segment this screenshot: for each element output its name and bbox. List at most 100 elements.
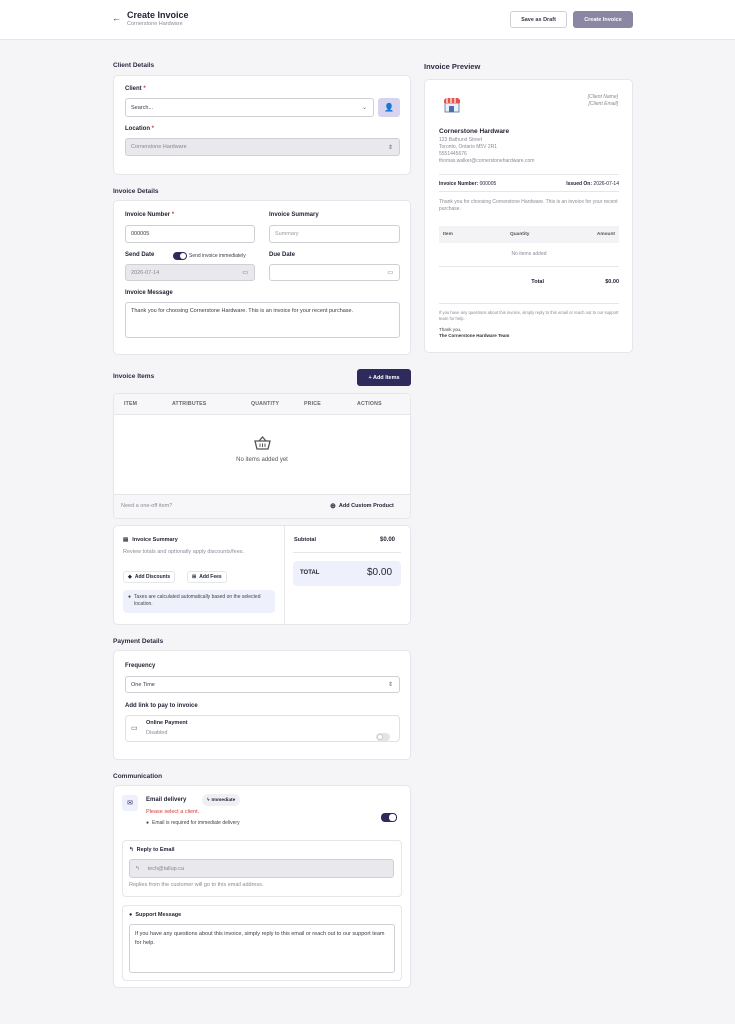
preview-invoice-number: Invoice Number: 000005 bbox=[439, 181, 497, 187]
total-value: $0.00 bbox=[367, 567, 393, 578]
due-date-input[interactable]: ▭ bbox=[269, 264, 400, 281]
frequency-label: Frequency bbox=[125, 663, 156, 669]
client-search-select[interactable]: Search... ⌄ bbox=[125, 98, 374, 117]
preview-no-items: No items added bbox=[511, 251, 547, 257]
preview-address-line1: 123 Bathurst Street bbox=[439, 137, 483, 143]
calendar-icon: ▭ bbox=[387, 270, 393, 276]
online-payment-toggle[interactable] bbox=[376, 733, 390, 741]
summary-description: Review totals and optionally apply disco… bbox=[123, 549, 245, 555]
client-details-heading: Client Details bbox=[113, 62, 155, 69]
sort-icon: ⇕ bbox=[387, 682, 393, 688]
email-delivery-toggle[interactable] bbox=[381, 813, 397, 822]
bolt-icon: ϟ bbox=[207, 797, 210, 803]
preview-company: Cornerstone Hardware bbox=[439, 128, 510, 135]
col-attributes: ATTRIBUTES bbox=[172, 401, 207, 407]
page-subtitle: Cornerstone Hardware bbox=[127, 21, 183, 27]
invoice-summary-label: Invoice Summary bbox=[269, 212, 319, 218]
preview-address: 123 Bathurst Street Toronto, Ontario M5V… bbox=[439, 137, 534, 165]
frequency-select[interactable]: One Time ⇕ bbox=[125, 676, 400, 693]
invoice-number-label: Invoice Number * bbox=[125, 212, 175, 218]
preview-col-amount: Amount bbox=[596, 232, 615, 237]
preview-thanks: Thank you for choosing Cornerstone Hardw… bbox=[439, 199, 618, 212]
subtotal-value: $0.00 bbox=[380, 537, 396, 543]
chat-icon: ● bbox=[129, 912, 133, 918]
preview-col-item: Item bbox=[443, 232, 453, 237]
user-plus-icon: 👤 bbox=[384, 103, 394, 112]
preview-divider-4 bbox=[439, 303, 619, 304]
location-select[interactable]: Cornerstone Hardware ⇕ bbox=[125, 138, 400, 156]
reply-icon: ↰ bbox=[129, 847, 134, 853]
invoice-items-heading: Invoice Items bbox=[113, 373, 155, 380]
invoice-number-input[interactable]: 000005 bbox=[125, 225, 255, 243]
communication-heading: Communication bbox=[113, 773, 163, 780]
preview-total-value: $0.00 bbox=[605, 279, 619, 285]
preview-divider-3 bbox=[439, 266, 619, 267]
sort-icon: ⇕ bbox=[387, 144, 393, 151]
preview-issued-on: Issued On: 2026-07-14 bbox=[566, 181, 619, 187]
client-error-text: Please select a client. bbox=[146, 809, 200, 815]
tag-icon: ◆ bbox=[128, 574, 132, 580]
due-date-label: Due Date bbox=[269, 252, 296, 258]
preview-divider-2 bbox=[439, 191, 619, 192]
custom-item-prompt: Need a one-off item? bbox=[121, 503, 173, 509]
chevron-down-icon: ⌄ bbox=[361, 105, 367, 111]
tax-note: ● Taxes are calculated automatically base… bbox=[123, 590, 275, 613]
support-message-title: ● Support Message bbox=[129, 912, 182, 918]
add-client-button[interactable]: 👤 bbox=[378, 98, 400, 117]
reply-email-title: ↰ Reply to Email bbox=[129, 847, 175, 853]
email-required-note: ● Email is required for immediate deliver… bbox=[146, 820, 240, 826]
total-label: TOTAL bbox=[300, 570, 320, 576]
client-details-card bbox=[113, 75, 411, 175]
send-immediately-toggle[interactable] bbox=[173, 252, 187, 260]
preview-address-line2: Toronto, Ontario M5V 2R1 bbox=[439, 144, 498, 150]
send-date-label: Send Date bbox=[125, 252, 155, 258]
col-price: PRICE bbox=[304, 401, 321, 407]
create-invoice-button[interactable]: Create Invoice bbox=[573, 11, 633, 28]
send-immediately-label: Send invoice immediately bbox=[189, 253, 246, 259]
col-item: ITEM bbox=[124, 401, 138, 407]
preview-sign-2: The Cornerstone Hardware Team bbox=[439, 333, 510, 338]
invoice-details-heading: Invoice Details bbox=[113, 188, 159, 195]
back-arrow-icon[interactable]: ← bbox=[112, 13, 121, 23]
invoice-message-label: Invoice Message bbox=[125, 290, 173, 296]
envelope-icon: ✉ bbox=[122, 795, 138, 811]
info-icon: ● bbox=[146, 820, 150, 826]
preview-phone: 5551445676 bbox=[439, 151, 467, 157]
info-icon: ● bbox=[128, 594, 132, 600]
preview-client-name: [Client Name] bbox=[587, 94, 618, 100]
reply-icon: ↰ bbox=[135, 865, 140, 872]
invoice-message-textarea[interactable]: Thank you for choosing Cornerstone Hardw… bbox=[125, 302, 400, 338]
summary-divider bbox=[284, 526, 285, 624]
basket-icon bbox=[254, 436, 271, 452]
reply-email-input[interactable]: ↰ tech@tallup.ca bbox=[129, 859, 394, 878]
invoice-summary-input[interactable]: Summary bbox=[269, 225, 400, 243]
preview-footer-note: If you have any questions about this inv… bbox=[439, 310, 619, 321]
items-empty-text: No items added yet bbox=[236, 457, 288, 463]
fee-icon: ⊞ bbox=[192, 574, 197, 580]
reply-email-note: Replies from the customer will go to thi… bbox=[129, 882, 264, 888]
online-payment-title: Online Payment bbox=[146, 720, 188, 726]
send-date-input[interactable]: 2026-07-14 ▭ bbox=[125, 264, 255, 281]
document-icon: ▤ bbox=[123, 537, 129, 543]
save-draft-button[interactable]: Save as Draft bbox=[510, 11, 567, 28]
preview-email: thomas.walker@cornerstonehardware.com bbox=[439, 158, 535, 164]
plus-circle-icon: ⊕ bbox=[330, 503, 336, 510]
add-discounts-button[interactable]: ◆ Add Discounts bbox=[123, 571, 176, 583]
add-custom-product-button[interactable]: ⊕ Add Custom Product bbox=[330, 502, 394, 510]
add-items-button[interactable]: + Add Items bbox=[357, 369, 411, 386]
credit-card-icon: ▭ bbox=[131, 725, 138, 732]
preview-client-email: [Client Email] bbox=[588, 101, 618, 107]
add-fees-button[interactable]: ⊞ Add Fees bbox=[187, 571, 227, 583]
subtotal-line bbox=[293, 552, 401, 553]
email-delivery-title: Email delivery bbox=[146, 797, 187, 803]
col-actions: ACTIONS bbox=[357, 401, 382, 407]
support-message-textarea[interactable]: If you have any questions about this inv… bbox=[129, 924, 395, 973]
col-quantity: QUANTITY bbox=[251, 401, 280, 407]
preview-sign-1: Thank you, bbox=[439, 327, 462, 332]
client-label: Client * bbox=[125, 86, 146, 92]
subtotal-label: Subtotal bbox=[294, 537, 316, 543]
preview-col-quantity: Quantity bbox=[510, 232, 530, 237]
store-icon bbox=[443, 97, 461, 115]
pay-link-label: Add link to pay to invoice bbox=[125, 703, 198, 709]
preview-divider-1 bbox=[439, 174, 619, 175]
